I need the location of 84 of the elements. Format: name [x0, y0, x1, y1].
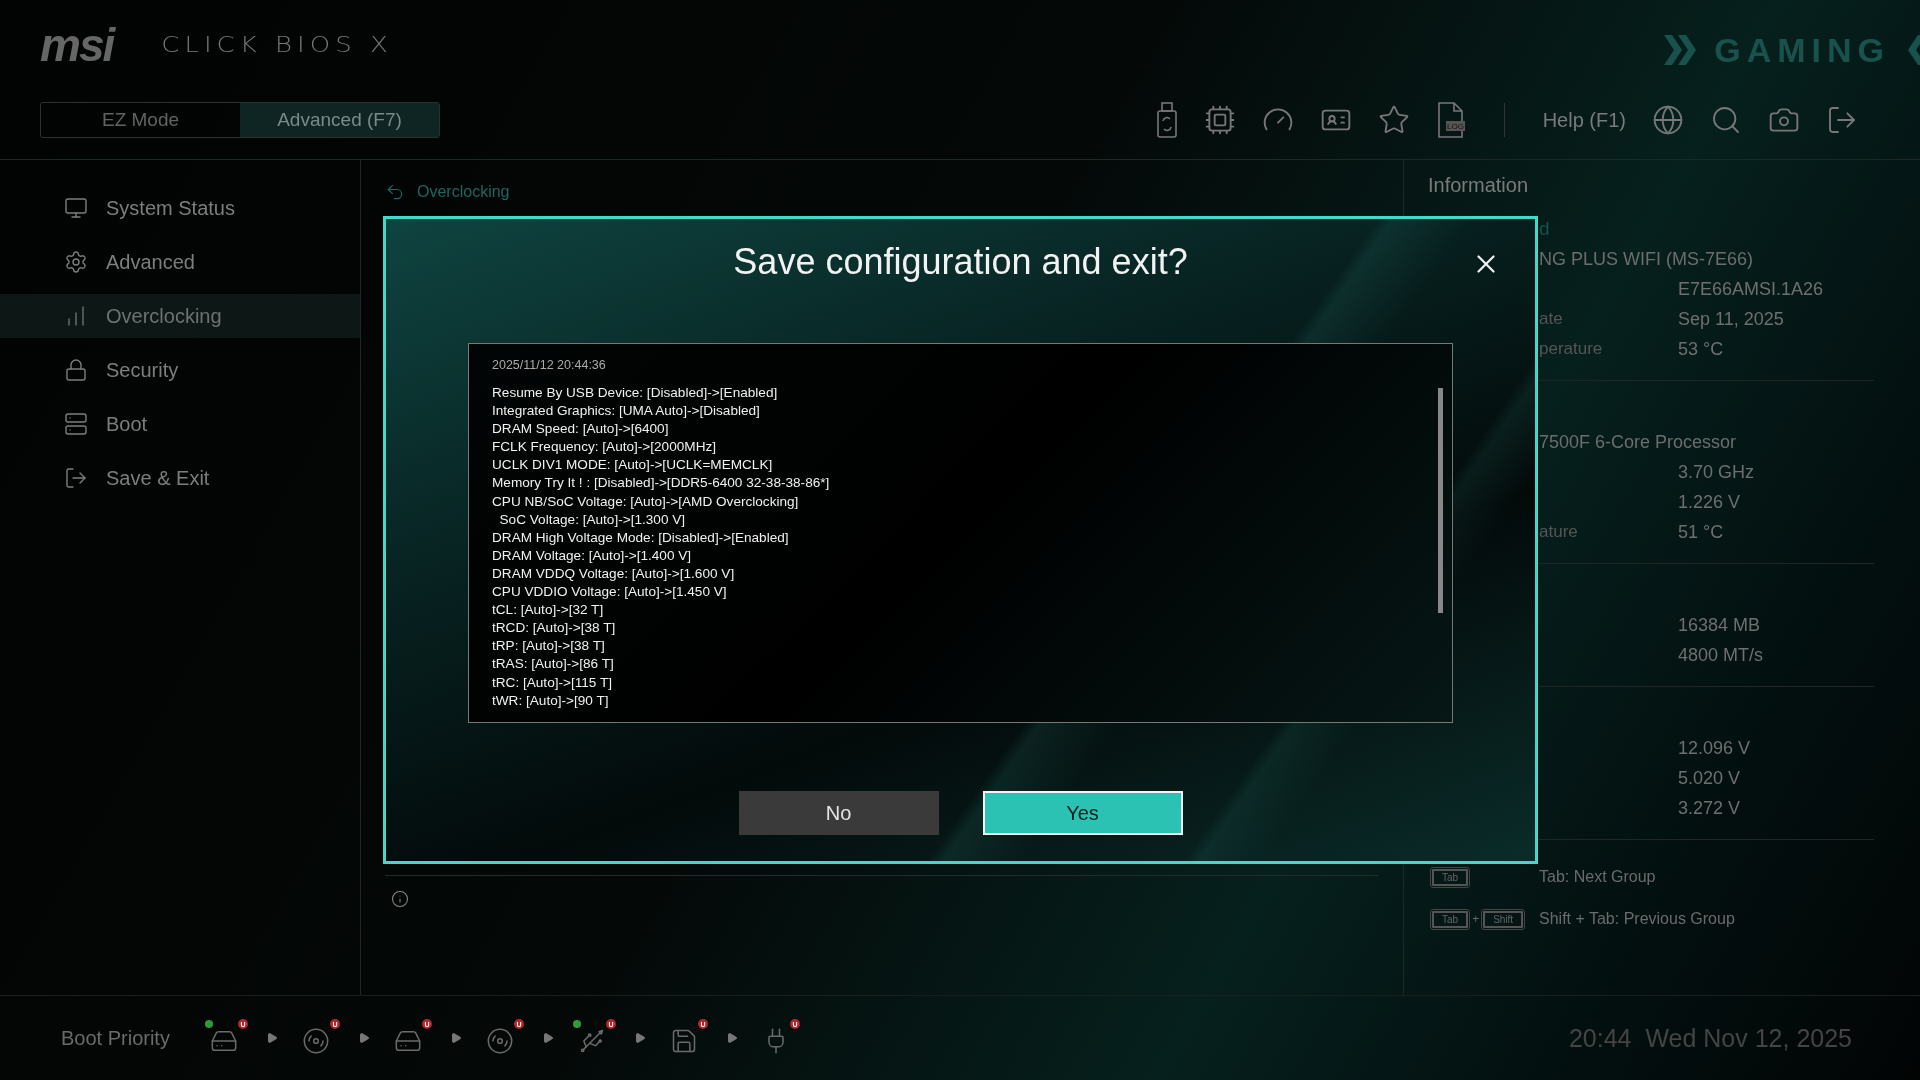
lock-icon [64, 358, 88, 382]
info-value: 3.272 V [1678, 797, 1742, 819]
product-title: CLICK BIOS X [161, 33, 393, 57]
brand-logo: msi [40, 18, 114, 72]
exit-icon [64, 466, 88, 490]
dialog-title: Save configuration and exit? [733, 241, 1188, 284]
info-value: 53 °C [1678, 338, 1725, 360]
arrow-icon [449, 1032, 462, 1044]
star-button[interactable] [1377, 104, 1410, 136]
chevrons-icon [1664, 33, 1699, 67]
dialog-button[interactable]: No [738, 791, 939, 835]
server-icon [64, 412, 88, 436]
info-value: Sep 11, 2025 [1678, 308, 1785, 330]
keycap: Tab [1432, 910, 1469, 928]
log-line: tWR: [Auto]->[90 T] [492, 691, 610, 710]
arrow-icon [357, 1032, 370, 1044]
log-line: tRC: [Auto]->[115 T] [492, 673, 613, 692]
log-line: DRAM Speed: [Auto]->[6400] [492, 420, 670, 439]
log-line: CPU VDDIO Voltage: [Auto]->[1.450 V] [492, 583, 728, 602]
arrow-icon [541, 1032, 554, 1044]
clock: 20:44 Wed Nov 12, 2025 [1568, 1023, 1852, 1053]
log-line: tRCD: [Auto]->[38 T] [492, 619, 617, 638]
info-label: ate [1539, 309, 1564, 329]
sidebar-item[interactable]: System Status [0, 186, 360, 230]
info-value: 4800 MT/s [1678, 644, 1765, 666]
disc-icon [485, 1027, 514, 1055]
panel-title: Information [1428, 174, 1530, 198]
log-line: FCLK Frequency: [Auto]->[2000MHz] [492, 438, 718, 457]
back-arrow-icon[interactable] [385, 182, 405, 202]
group-subtitle: 7500F 6-Core Processor [1539, 431, 1738, 453]
log-timestamp: 2025/11/12 20:44:36 [492, 358, 607, 372]
hint-text: Tab: Next Group [1539, 868, 1657, 886]
info-label: perature [1539, 339, 1604, 359]
mode-tab[interactable]: EZ Mode [41, 103, 240, 137]
log-line: Memory Try It ! : [Disabled]->[DDR5-6400 32-38-38-86*] [492, 474, 831, 493]
arrow-icon [725, 1032, 738, 1044]
help-link[interactable]: Help (F1) [1542, 108, 1626, 132]
breadcrumb: Overclocking [417, 183, 510, 201]
keycap: Tab [1432, 868, 1469, 886]
log-line: Integrated Graphics: [UMA Auto]->[Disabled] [492, 402, 761, 421]
log-line: tRAS: [Auto]->[86 T] [492, 655, 615, 674]
boot-priority-label: Boot Priority [61, 1026, 170, 1050]
dialog-button[interactable]: Yes [982, 791, 1183, 835]
key-joiner: + [1472, 912, 1480, 926]
cpu-button[interactable] [1203, 104, 1236, 136]
keycap: Shift [1483, 910, 1524, 928]
mode-tab[interactable]: Advanced (F7) [240, 103, 439, 137]
hint-text: Shift + Tab: Previous Group [1539, 910, 1736, 928]
log-line: CPU NB/SoC Voltage: [Auto]->[AMD Overclocking] [492, 492, 800, 511]
info-value: 51 °C [1678, 521, 1725, 543]
info-value: E7E66AMSI.1A26 [1678, 278, 1825, 300]
arrow-icon [633, 1032, 646, 1044]
usb-drive-button[interactable] [1155, 102, 1178, 138]
log-line: DRAM VDDQ Voltage: [Auto]->[1.600 V] [492, 564, 736, 583]
sidebar-item[interactable]: Security [0, 348, 360, 392]
sidebar-item[interactable]: Overclocking [0, 294, 360, 338]
log-line: DRAM Voltage: [Auto]->[1.400 V] [492, 546, 693, 565]
edition-label: GAMING [1714, 30, 1890, 70]
info-icon [391, 890, 409, 908]
chevrons-icon [1906, 33, 1920, 67]
group-subtitle: NG PLUS WIFI (MS-7E66) [1539, 248, 1755, 270]
sidebar-item[interactable]: Boot [0, 402, 360, 446]
scrollbar[interactable] [1438, 388, 1443, 613]
sidebar-item[interactable]: Save & Exit [0, 456, 360, 500]
log-line: tCL: [Auto]->[32 T] [492, 601, 605, 620]
disc-icon [301, 1027, 330, 1055]
info-value: 16384 MB [1678, 614, 1762, 636]
arrow-icon [265, 1032, 278, 1044]
search-button[interactable] [1710, 104, 1742, 136]
info-value: 3.70 GHz [1678, 461, 1756, 483]
gear-icon [64, 250, 88, 274]
sidebar-item[interactable]: Advanced [0, 240, 360, 284]
info-value: 12.096 V [1678, 737, 1752, 759]
log-line: Resume By USB Device: [Disabled]->[Enabled] [492, 384, 779, 402]
info-value: 5.020 V [1678, 767, 1742, 789]
info-value: 1.226 V [1678, 491, 1742, 513]
log-line: DRAM High Voltage Mode: [Disabled]->[Enabled] [492, 528, 790, 547]
log-line: SoC Voltage: [Auto]->[1.300 V] [498, 510, 687, 529]
log-line: UCLK DIV1 MODE: [Auto]->[UCLK=MEMCLK] [492, 456, 774, 475]
exit-button[interactable] [1826, 104, 1858, 136]
globe-button[interactable] [1652, 104, 1684, 136]
log-line: tRP: [Auto]->[38 T] [492, 637, 606, 656]
monitor-icon [64, 196, 88, 220]
info-label: ature [1539, 522, 1579, 542]
